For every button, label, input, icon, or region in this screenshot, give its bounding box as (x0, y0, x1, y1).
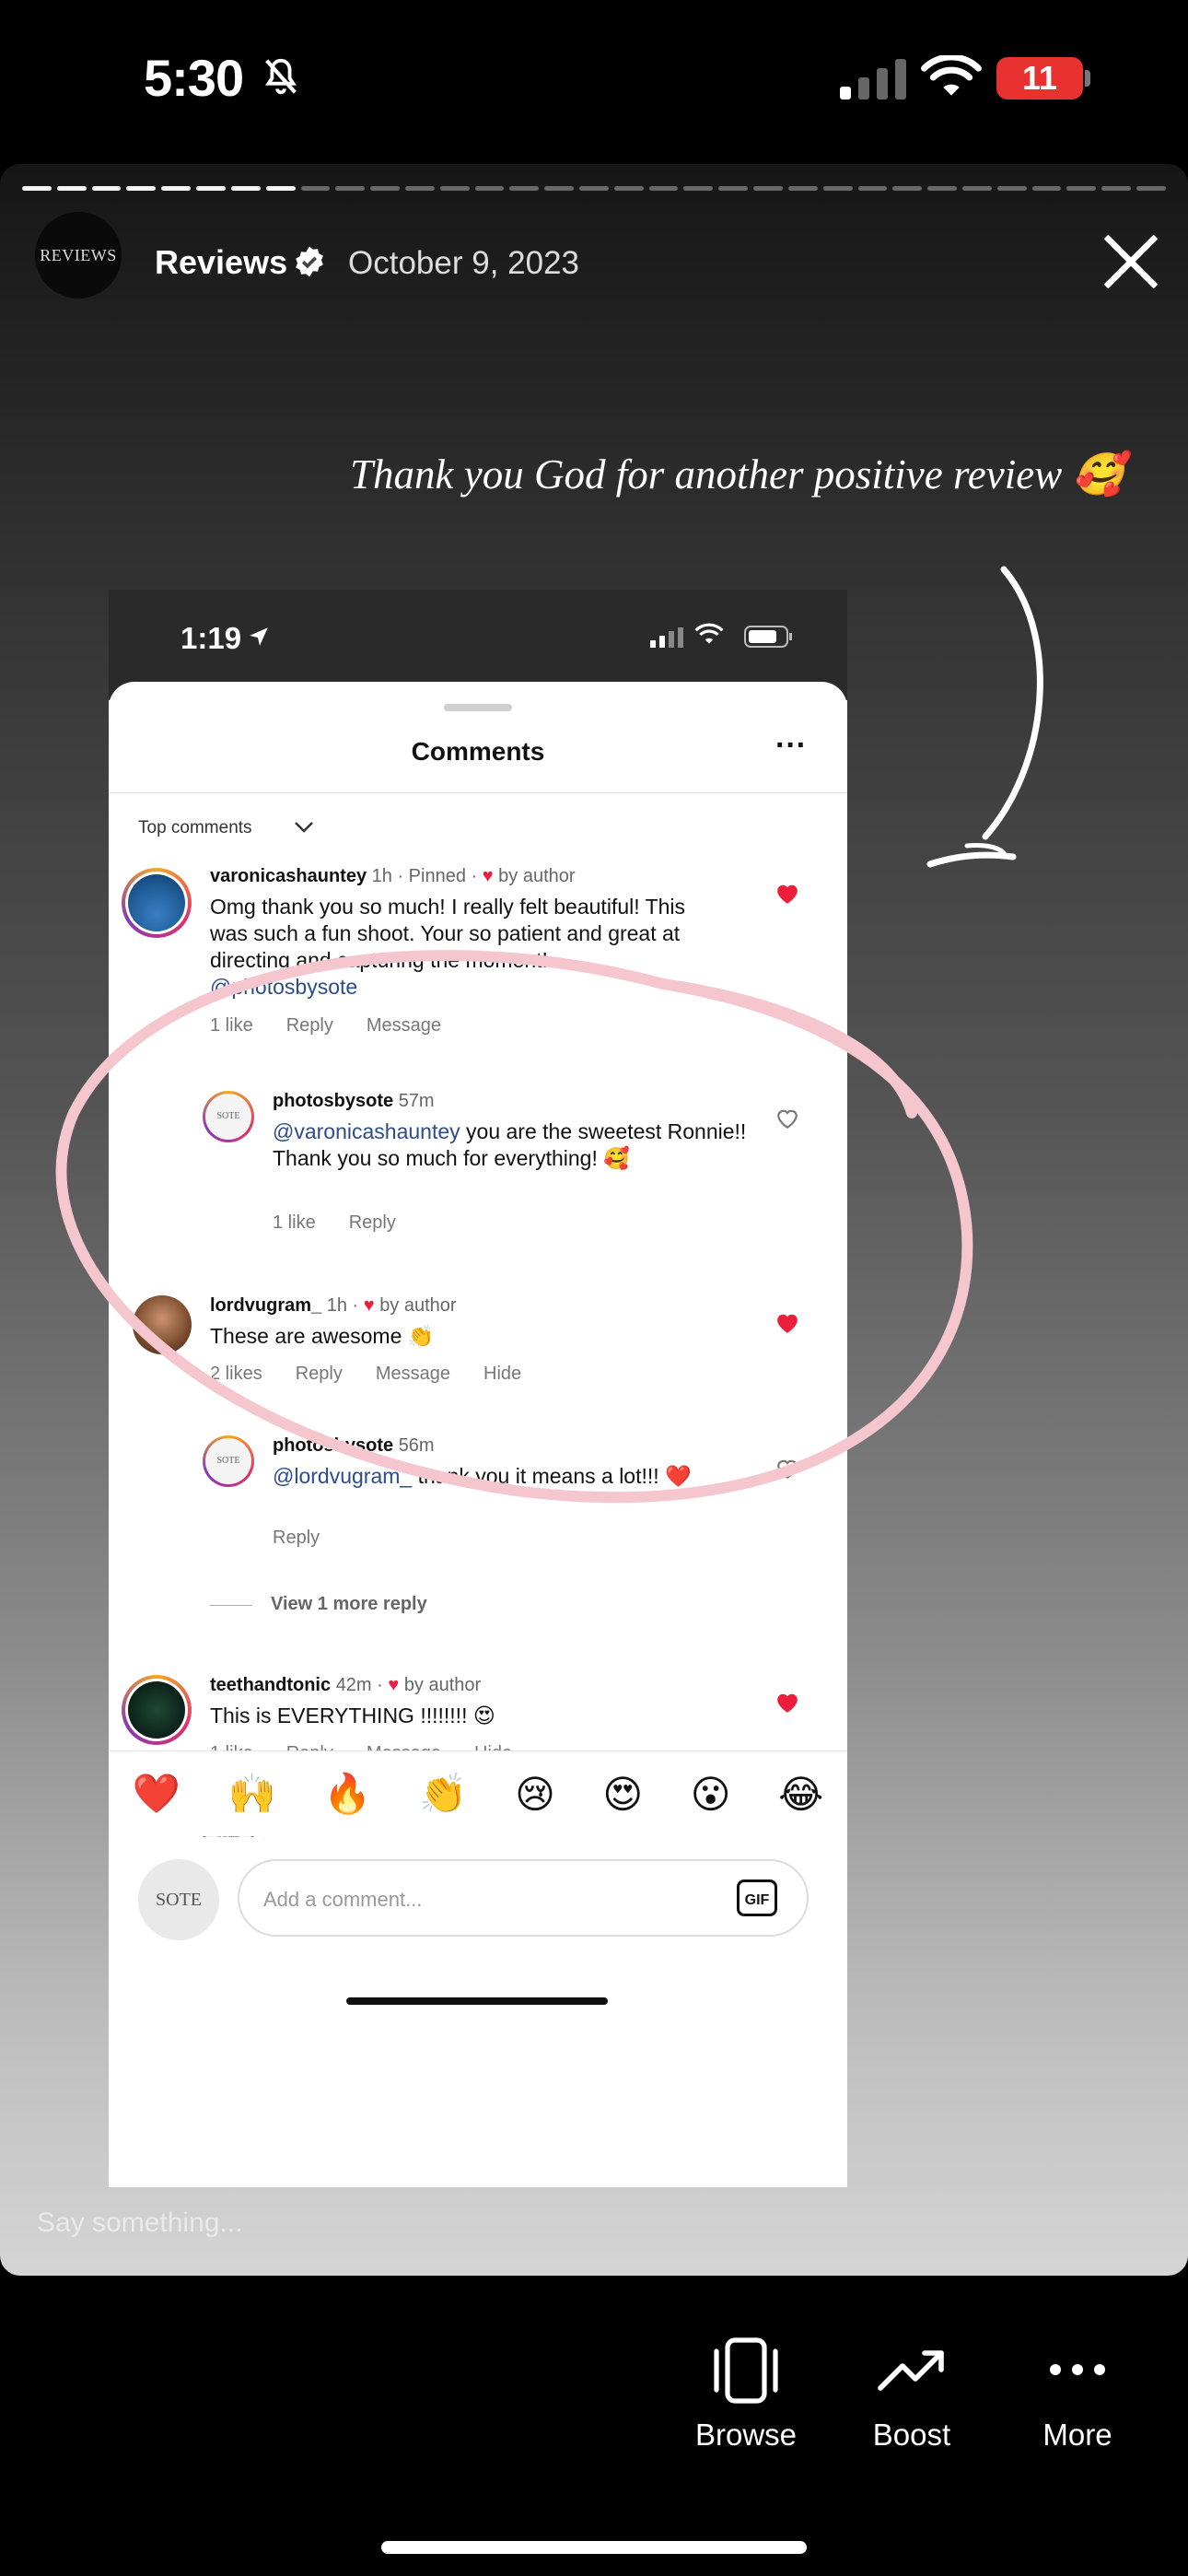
reply-actions: Reply (273, 1528, 320, 1548)
bell-muted-icon (265, 58, 297, 95)
emoji-fire: 🔥 (323, 1771, 372, 1815)
comment-text: This is EVERYTHING !!!!!!!! 😍 (210, 1704, 495, 1727)
browse-label: Browse (694, 2418, 798, 2452)
sheet-grabber (444, 704, 512, 711)
emoji-reaction-bar: ❤️ 🙌 🔥 👏 😢 😍 😮 😂 (109, 1751, 847, 1836)
emoji-surprised: 😮 (690, 1772, 731, 1816)
pink-circle-annotation (55, 950, 973, 1504)
emoji-heart: ❤️ (132, 1771, 181, 1815)
story-date: October 9, 2023 (348, 245, 579, 281)
story-progress (22, 186, 1166, 192)
comment-input-row: SOTE Add a comment... GIF (109, 1837, 847, 2077)
comment-avatar (122, 868, 192, 938)
signal-icon (840, 59, 906, 100)
liked-heart-icon (777, 884, 798, 904)
wifi-icon (921, 55, 982, 96)
account-name[interactable]: Reviews (155, 243, 287, 282)
trending-up-icon (878, 2350, 944, 2391)
status-time: 5:30 (144, 49, 244, 107)
home-indicator (381, 2541, 807, 2554)
emoji-laughing: 😂 (778, 1772, 824, 1816)
my-avatar: SOTE (138, 1859, 219, 1940)
story-reply-field[interactable]: Say something... (37, 2207, 242, 2239)
account-avatar[interactable]: REVIEWS (35, 212, 122, 299)
emoji-clap: 👏 (419, 1771, 468, 1815)
browse-button[interactable]: Browse (681, 2336, 810, 2453)
boost-label: Boost (872, 2418, 951, 2452)
screenshot-home-indicator (346, 1997, 608, 2005)
boost-button[interactable]: Boost (847, 2336, 976, 2453)
sheet-divider (109, 792, 847, 793)
close-icon[interactable] (1098, 228, 1164, 295)
story-caption: Thank you God for another positive revie… (350, 451, 1124, 498)
browse-icon (714, 2337, 778, 2404)
verified-badge-icon (296, 246, 323, 277)
emoji-crying: 😢 (515, 1772, 555, 1816)
more-button[interactable]: More (1013, 2336, 1142, 2453)
screenshot-battery-icon (744, 626, 792, 648)
comments-title: Comments (411, 737, 545, 766)
screenshot-wifi-icon (694, 623, 724, 644)
battery-tip (1085, 70, 1090, 87)
more-dots-icon (1050, 2364, 1105, 2375)
emoji-heart-eyes: 😍 (602, 1772, 644, 1816)
gif-icon: GIF (737, 1879, 777, 1916)
chevron-down-icon (295, 822, 313, 833)
comment-meta: varonicashauntey 1h · Pinned · ♥ by auth… (210, 866, 576, 886)
emoji-raised-hands: 🙌 (227, 1771, 276, 1815)
location-arrow-icon (250, 627, 268, 646)
comment-avatar (122, 1675, 192, 1745)
more-options-icon: ··· (775, 728, 807, 763)
story-card[interactable]: REVIEWS Reviews October 9, 2023 Thank yo… (0, 164, 1188, 2276)
more-label: More (1042, 2418, 1112, 2452)
add-comment-field: Add a comment... (238, 1859, 809, 1937)
liked-heart-icon (777, 1693, 798, 1713)
view-more-line (210, 1605, 252, 1606)
view-more-replies: View 1 more reply (271, 1594, 427, 1614)
screenshot-time: 1:19 (181, 621, 242, 655)
screenshot-signal-icon (650, 627, 683, 648)
comments-filter: Top comments (138, 818, 252, 837)
comment-meta: teethandtonic 42m · ♥ by author (210, 1675, 482, 1695)
battery-indicator: 11 (996, 57, 1083, 100)
